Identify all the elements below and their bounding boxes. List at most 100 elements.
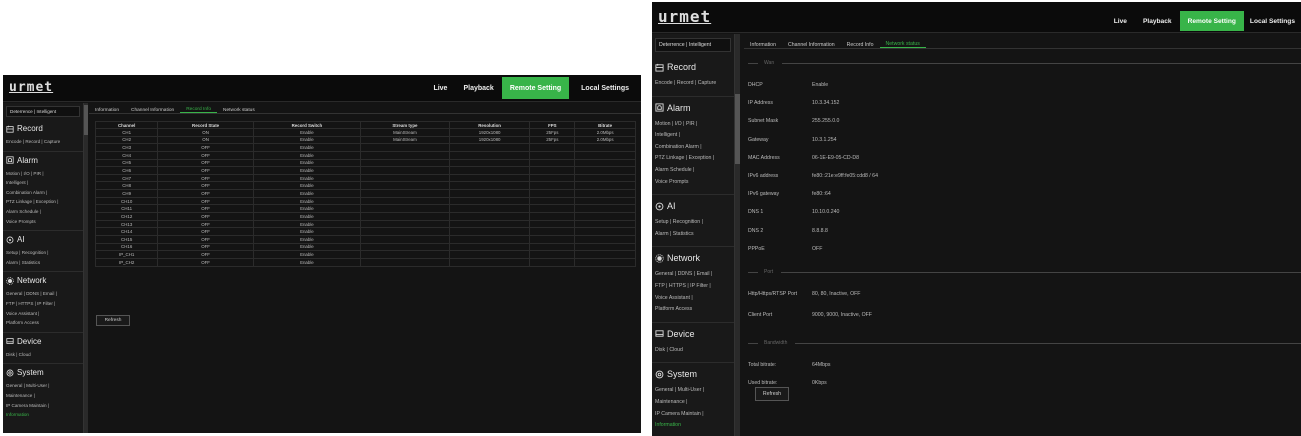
table-cell: CH13 — [94, 219, 159, 229]
sidebar-heading-alarm[interactable]: Alarm — [6, 156, 80, 165]
nav-playback[interactable]: Playback — [1135, 11, 1180, 31]
info-value: 10.10.0.240 — [812, 209, 840, 216]
sidebar-link[interactable]: Disk | Cloud — [655, 345, 731, 357]
sidebar-scrollbar[interactable] — [735, 34, 740, 436]
table-cell: MainStream — [359, 135, 450, 145]
sidebar-heading-label: Network — [17, 276, 47, 286]
info-row: Http/Https/RTSP Port 80, 80, Inactive, OF… — [748, 291, 860, 297]
nav-local-settings[interactable]: Local Settings — [1244, 11, 1301, 31]
nav-live[interactable]: Live — [1106, 11, 1135, 31]
tab-record-info[interactable]: Record Info — [841, 42, 880, 48]
sidebar-link[interactable]: Motion | I/O | PIR | — [655, 119, 731, 131]
sidebar-link[interactable]: Disk | Cloud — [6, 350, 80, 360]
group-line — [748, 342, 758, 344]
info-label: IPv6 gateway — [748, 191, 780, 198]
info-row: DHCP Enable — [748, 82, 828, 88]
sidebar-link[interactable]: Maintenance | — [6, 391, 80, 401]
tab-information[interactable]: Information — [89, 108, 125, 113]
table-cell — [529, 196, 576, 206]
sidebar-section-system: System General | Multi-User | Maintenance … — [3, 363, 83, 423]
sidebar-link[interactable]: Intelligent | — [6, 178, 80, 188]
sidebar-link[interactable]: Combination Alarm | — [655, 142, 731, 154]
sidebar-scrollbar[interactable] — [84, 103, 88, 433]
sidebar-link[interactable]: Setup | Recognition | — [6, 248, 80, 258]
table-cell: CH10 — [94, 196, 159, 206]
nav-local-settings[interactable]: Local Settings — [569, 77, 641, 99]
sidebar-heading-system[interactable]: System — [6, 368, 80, 377]
table-cell — [574, 150, 636, 160]
info-label: DHCP — [748, 82, 763, 88]
table-cell: CH12 — [94, 212, 159, 221]
sidebar-link[interactable]: PTZ Linkage | Exception | — [6, 197, 80, 207]
sidebar-link[interactable]: Motion | I/O | PIR | — [6, 169, 80, 179]
sidebar-link[interactable]: Alarm Schedule | — [655, 165, 731, 177]
sidebar-link[interactable]: General | DDNS | Email | — [6, 289, 80, 299]
sidebar-link[interactable]: IP Camera Maintain | — [6, 401, 80, 411]
sidebar-heading-network[interactable]: Network — [6, 276, 80, 285]
sidebar-heading-ai[interactable]: AI — [655, 201, 731, 211]
sidebar-link[interactable]: Encode | Record | Capture — [655, 78, 731, 90]
sidebar-link[interactable]: General | DDNS | Email | — [655, 269, 731, 281]
refresh-button[interactable]: Refresh — [96, 315, 130, 326]
table-cell — [529, 150, 576, 160]
sidebar-link[interactable]: Voice Prompts — [6, 217, 80, 227]
sidebar-heading-device[interactable]: Device — [6, 337, 80, 346]
group-line — [748, 271, 758, 273]
tab-network-status[interactable]: Network status — [879, 41, 926, 48]
sidebar-link[interactable]: Voice Assistant | — [655, 293, 731, 305]
tab-network-status[interactable]: Network status — [217, 108, 261, 113]
sidebar-link[interactable]: Combination Alarm | — [6, 188, 80, 198]
nav-remote-setting[interactable]: Remote Setting — [1179, 11, 1244, 31]
sidebar-link[interactable]: Voice Assistant | — [6, 309, 80, 319]
sidebar-top-item[interactable]: Deterrence | Intelligent — [655, 38, 731, 52]
sidebar-link[interactable]: PTZ Linkage | Exception | — [655, 153, 731, 165]
sidebar-link[interactable]: Alarm Schedule | — [6, 207, 80, 217]
sidebar-link[interactable]: Platform Access — [655, 304, 731, 316]
table-cell: CH8 — [94, 181, 159, 191]
sidebar-link[interactable]: General | Multi-User | — [6, 381, 80, 391]
sidebar-heading-record[interactable]: Record — [655, 62, 731, 72]
sidebar-heading-network[interactable]: Network — [655, 253, 731, 263]
table-row: CH2 ON Enable MainStream 1920x1080 25Fps 2.0Mb… — [94, 135, 636, 145]
info-value: 8.8.8.8 — [812, 227, 828, 234]
sidebar-link[interactable]: Setup | Recognition | — [655, 217, 731, 229]
sidebar-heading-ai[interactable]: AI — [6, 235, 80, 244]
tab-record-info[interactable]: Record Info — [180, 107, 218, 113]
sidebar-section-record: Record Encode | Record | Capture — [3, 120, 83, 151]
sidebar-link[interactable]: Alarm | Statistics — [655, 229, 731, 241]
sidebar-heading-device[interactable]: Device — [655, 329, 731, 339]
sidebar-heading-system[interactable]: System — [655, 369, 731, 379]
tab-information[interactable]: Information — [744, 42, 782, 48]
sidebar-link[interactable]: Voice Prompts — [655, 177, 731, 189]
sidebar-top-item[interactable]: Deterrence | Intelligent — [6, 106, 80, 117]
sidebar-link[interactable]: Encode | Record | Capture — [6, 137, 80, 147]
table-cell: IP_CH2 — [94, 257, 159, 267]
nav-playback[interactable]: Playback — [455, 77, 501, 99]
sidebar-link-current[interactable]: Information — [655, 420, 731, 432]
sidebar-link[interactable]: FTP | HTTPS | IP Filter | — [655, 281, 731, 293]
sidebar-link[interactable]: IP Camera Maintain | — [655, 409, 731, 421]
sidebar-link[interactable]: Intelligent | — [655, 130, 731, 142]
table-cell — [359, 143, 450, 152]
table-cell — [359, 189, 450, 198]
refresh-button[interactable]: Refresh — [755, 387, 789, 401]
nav-remote-setting[interactable]: Remote Setting — [501, 77, 570, 99]
table-cell: CH3 — [94, 143, 159, 152]
table-cell — [448, 212, 531, 221]
sidebar-link[interactable]: Maintenance | — [655, 397, 731, 409]
sidebar-link[interactable]: General | Multi-User | — [655, 385, 731, 397]
sidebar-link[interactable]: Platform Access — [6, 318, 80, 328]
sidebar-link[interactable]: Alarm | Statistics — [6, 258, 80, 268]
info-label: DNS 2 — [748, 227, 764, 234]
sidebar-heading-label: Record — [17, 124, 43, 133]
tab-channel-information[interactable]: Channel Information — [782, 42, 841, 48]
sidebar-heading-label: AI — [667, 201, 676, 212]
sidebar-heading-record[interactable]: Record — [6, 124, 80, 133]
sidebar: Deterrence | Intelligent Record Encode | R… — [3, 103, 84, 433]
sidebar-link-current[interactable]: Information — [6, 410, 80, 420]
tab-channel-information[interactable]: Channel Information — [125, 108, 180, 113]
sidebar-link[interactable]: FTP | HTTPS | IP Filter | — [6, 299, 80, 309]
nav-live[interactable]: Live — [425, 77, 455, 99]
sidebar-heading-alarm[interactable]: Alarm — [655, 103, 731, 113]
group-line — [795, 342, 1301, 344]
